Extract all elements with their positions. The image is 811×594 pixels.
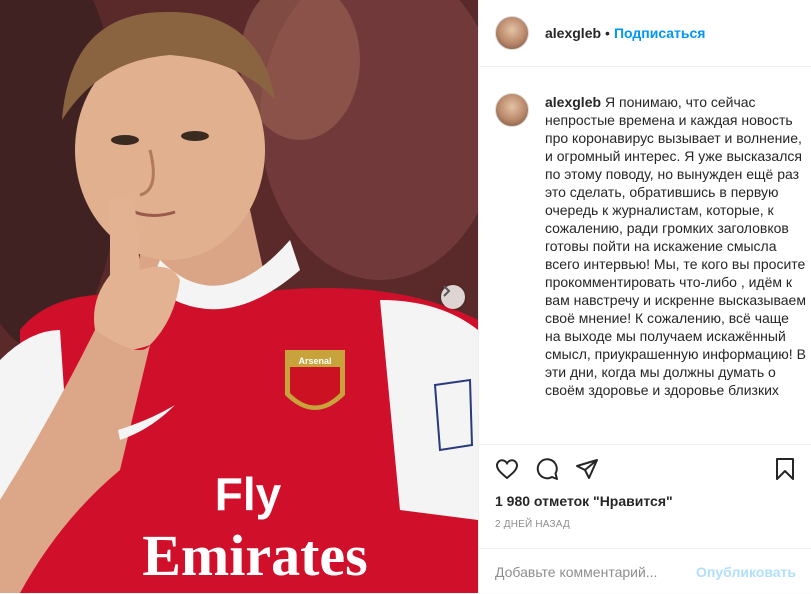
badge-text: Arsenal (298, 356, 331, 366)
likes-count[interactable]: 1 980 отметок "Нравится" (495, 493, 673, 509)
avatar[interactable] (495, 16, 529, 50)
bookmark-icon (776, 458, 794, 480)
post-actions: 1 980 отметок "Нравится" 2 ДНЕЙ НАЗАД (479, 444, 811, 549)
post-side-panel: alexgleb • Подписаться alexgleb Я понимаю… (478, 0, 811, 593)
shirt-text-fly: Fly (215, 468, 282, 520)
comments-area[interactable]: alexgleb Я понимаю, что сейчас непростые … (479, 67, 811, 444)
next-photo-button[interactable] (441, 285, 465, 309)
post-photo: Arsenal Fly Emirates (0, 0, 478, 593)
separator-dot: • (605, 25, 610, 41)
save-button[interactable] (771, 455, 799, 483)
comment-button[interactable] (533, 455, 561, 483)
comment-icon (536, 458, 558, 480)
chevron-right-icon (443, 285, 451, 297)
share-button[interactable] (573, 455, 601, 483)
caption: alexgleb Я понимаю, что сейчас непростые … (495, 93, 807, 399)
add-comment-bar: Добавьте комментарий... Опубликовать (479, 548, 811, 594)
share-icon (576, 459, 598, 479)
follow-button[interactable]: Подписаться (614, 25, 706, 41)
caption-text: alexgleb Я понимаю, что сейчас непростые … (545, 93, 807, 399)
caption-avatar[interactable] (495, 93, 529, 127)
post-timestamp[interactable]: 2 ДНЕЙ НАЗАД (495, 519, 570, 530)
post-comment-button[interactable]: Опубликовать (696, 564, 796, 580)
caption-body: Я понимаю, что сейчас непростые времена … (545, 94, 806, 398)
photo-illustration: Arsenal Fly Emirates (0, 0, 478, 593)
comment-input[interactable]: Добавьте комментарий... (495, 564, 696, 580)
author-username[interactable]: alexgleb (545, 25, 601, 41)
post-header: alexgleb • Подписаться (479, 0, 811, 67)
like-button[interactable] (493, 455, 521, 483)
shirt-text-emirates: Emirates (142, 523, 368, 588)
caption-username[interactable]: alexgleb (545, 94, 601, 110)
heart-icon (495, 459, 519, 480)
